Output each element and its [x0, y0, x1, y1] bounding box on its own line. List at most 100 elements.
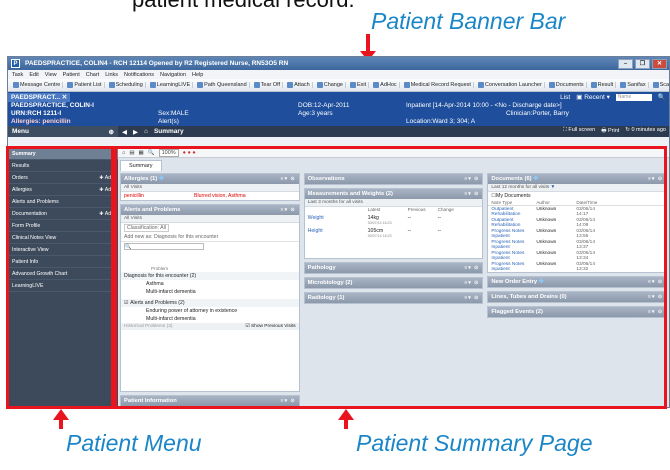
toolbar-message-centre[interactable]: Message Centre: [11, 82, 64, 88]
banner-col-1: PAEDSPRACTICE, COLIN-I URN:RCH 1211-I Al…: [11, 102, 94, 126]
toolbar-label: Scan: [659, 82, 669, 88]
toolbar-learninglive[interactable]: LearningLIVE: [148, 82, 194, 88]
toolbar-label: Result: [597, 82, 614, 88]
toolbar-exit[interactable]: Exit: [348, 82, 370, 88]
menu-help[interactable]: Help: [192, 72, 203, 78]
menu-label: Menu: [12, 128, 29, 135]
toolbar-label: LearningLIVE: [156, 82, 191, 88]
toolbar-path-queensland[interactable]: Path Queensland: [195, 82, 250, 88]
banner-col-4: Inpatient [14-Apr-2014 10:00 - <No - Dis…: [406, 102, 569, 126]
patient-banner: PAEDSPRACT... ✕ List ▣ Recent ▾ Name 🔍 P…: [8, 92, 669, 126]
toolbar-icon: [108, 82, 115, 88]
patient-alerts[interactable]: Alert(s): [158, 118, 189, 126]
toolbar-icon: [67, 82, 74, 88]
toolbar-attach[interactable]: Attach: [285, 82, 313, 88]
toolbar-label: Patient List: [74, 82, 102, 88]
encounter-info: Inpatient [14-Apr-2014 10:00 - <No - Dis…: [406, 102, 562, 109]
toolbar-icon: [149, 82, 156, 88]
toolbar-icon: [620, 82, 627, 88]
toolbar-label: Attach: [294, 82, 310, 88]
toolbar-scan[interactable]: Scan: [651, 82, 669, 88]
banner-col-3: DOB:12-Apr-2011 Age:3 years: [298, 102, 350, 118]
toolbar-sanifax[interactable]: Sanifax: [618, 82, 649, 88]
breadcrumb: Summary: [153, 128, 184, 135]
menu-chart[interactable]: Chart: [86, 72, 99, 78]
app-icon: P: [11, 59, 20, 68]
search-icon[interactable]: 🔍: [658, 93, 666, 101]
caption-patient-menu: Patient Menu: [66, 430, 202, 456]
toolbar-change[interactable]: Change: [315, 82, 346, 88]
pin-icon[interactable]: ⊕: [109, 128, 114, 136]
caption-banner-bar: Patient Banner Bar: [371, 8, 566, 34]
toolbar-icon: [316, 82, 323, 88]
toolbar-icon: [197, 82, 204, 88]
clinician: Clinician:Porter, Barry: [506, 110, 569, 117]
toolbar-label: Path Queensland: [204, 82, 247, 88]
toolbar-medical-record-request[interactable]: Medical Record Request: [402, 82, 474, 88]
toolbar-label: Exit: [357, 82, 367, 88]
forward-arrow-icon[interactable]: ▶: [133, 128, 138, 136]
toolbar-label: Documents: [555, 82, 584, 88]
toolbar-tear-off[interactable]: Tear Off: [252, 82, 284, 88]
menu-view[interactable]: View: [45, 72, 57, 78]
menu-bar: Task Edit View Patient Chart Links Notificatio…: [8, 70, 669, 79]
close-button[interactable]: ✕: [652, 58, 667, 69]
menu-edit[interactable]: Edit: [29, 72, 38, 78]
menu-patient[interactable]: Patient: [63, 72, 80, 78]
arrow-summary-head: [338, 409, 354, 420]
patient-name-tab[interactable]: PAEDSPRACT... ✕: [8, 92, 71, 102]
menu-header: Menu ⊕: [8, 126, 118, 137]
toolbar-documents[interactable]: Documents: [547, 82, 587, 88]
recent-link[interactable]: ▣ Recent ▾: [576, 93, 610, 101]
location: Location:Ward 3; 304; A: [406, 118, 476, 125]
banner-col-2: Sex:MALE Alert(s): [158, 102, 189, 126]
toolbar-result[interactable]: Result: [589, 82, 617, 88]
back-arrow-icon[interactable]: ◀: [122, 128, 127, 136]
toolbar: Message Centre Patient List Scheduling Lear…: [8, 79, 669, 92]
patient-sex: Sex:MALE: [158, 110, 189, 117]
arrow-menu-head: [53, 409, 69, 420]
toolbar-label: Conversation Launcher: [484, 82, 542, 88]
toolbar-label: Medical Record Request: [410, 82, 471, 88]
name-search-input[interactable]: Name: [615, 93, 652, 101]
print-button[interactable]: 🖶 Print: [601, 127, 619, 136]
toolbar-conversation-launcher[interactable]: Conversation Launcher: [476, 82, 545, 88]
home-icon[interactable]: ⌂: [144, 128, 148, 135]
arrow-summary: [344, 419, 348, 429]
caption-summary-page: Patient Summary Page: [356, 430, 593, 456]
toolbar-patient-list[interactable]: Patient List: [65, 82, 105, 88]
title-bar: P PAEDSPRACTICE, COLIN4 - RCH 12114 Open…: [8, 57, 669, 70]
toolbar-icon: [373, 82, 380, 88]
menu-navigation[interactable]: Navigation: [160, 72, 186, 78]
menu-task[interactable]: Task: [12, 72, 23, 78]
caption-top-partial: patient medical record.: [132, 0, 355, 13]
toolbar-icon: [590, 82, 597, 88]
toolbar-scheduling[interactable]: Scheduling: [107, 82, 146, 88]
list-link[interactable]: List: [560, 94, 570, 101]
refresh-button[interactable]: ↻ 0 minutes ago: [625, 127, 666, 136]
minimize-button[interactable]: –: [618, 58, 633, 69]
toolbar-icon: [548, 82, 555, 88]
full-screen-button[interactable]: ⛶ Full screen: [563, 127, 595, 136]
arrow-menu: [59, 419, 63, 429]
toolbar-label: Tear Off: [260, 82, 281, 88]
toolbar-label: Message Centre: [20, 82, 61, 88]
toolbar-adhoc[interactable]: AdHoc: [371, 82, 400, 88]
toolbar-icon: [350, 82, 356, 88]
recent-icon: ▣: [576, 94, 583, 101]
patient-full-name: PAEDSPRACTICE, COLIN-I: [11, 102, 94, 109]
menu-notifications[interactable]: Notifications: [124, 72, 154, 78]
window-title: PAEDSPRACTICE, COLIN4 - RCH 12114 Opened…: [25, 60, 289, 67]
restore-button[interactable]: ❐: [635, 58, 650, 69]
toolbar-icon: [652, 82, 659, 88]
toolbar-icon: [403, 82, 410, 88]
navigation-bar: ◀ ▶ ⌂ Summary ⛶ Full screen 🖶 Print ↻ 0 …: [118, 126, 669, 137]
menu-links[interactable]: Links: [105, 72, 118, 78]
toolbar-icon: [253, 82, 260, 88]
nav-row: Menu ⊕ ◀ ▶ ⌂ Summary ⛶ Full screen 🖶 Pri…: [8, 126, 669, 137]
highlight-summary-page: [114, 146, 667, 409]
patient-urn: URN:RCH 1211-I: [11, 110, 62, 117]
highlight-patient-menu: [6, 146, 114, 409]
patient-allergies[interactable]: Allergies: penicillin: [11, 118, 94, 126]
toolbar-label: Scheduling: [115, 82, 143, 88]
